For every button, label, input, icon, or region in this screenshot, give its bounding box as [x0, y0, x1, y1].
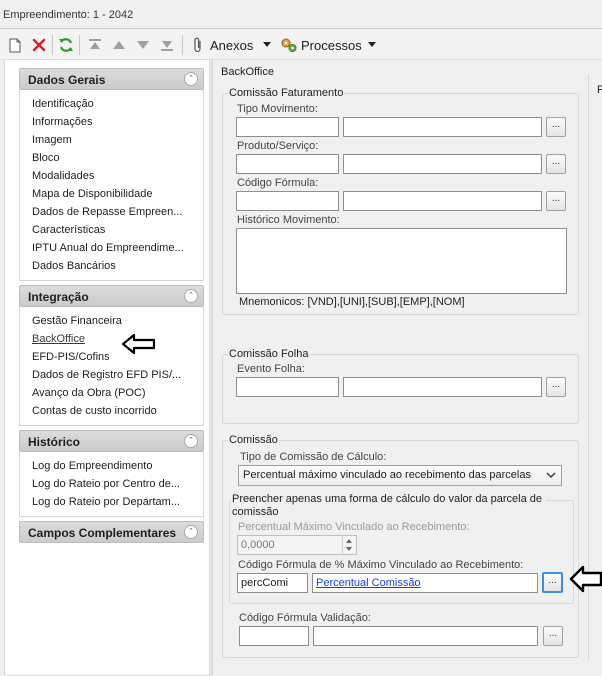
historico-movimento-textarea[interactable]	[236, 228, 567, 294]
delete-icon[interactable]	[30, 36, 48, 54]
toolbar-separator	[182, 35, 183, 55]
codigo-formula-lookup-button[interactable]: ...	[546, 191, 566, 211]
codigo-formula-pct-label: Código Fórmula de % Máximo Vinculado ao …	[238, 559, 524, 571]
codigo-formula-desc-input[interactable]	[343, 191, 542, 211]
tipo-movimento-label: Tipo Movimento:	[237, 103, 318, 115]
historico-movimento-label: Histórico Movimento:	[237, 214, 340, 226]
section-header-dados-gerais[interactable]: Dados Gerais ˆ	[19, 68, 204, 90]
anexos-button[interactable]: Anexos	[210, 38, 253, 53]
section-title: Dados Gerais	[28, 73, 106, 87]
nav-item-imagem[interactable]: Imagem	[32, 134, 72, 146]
chevron-down-icon	[546, 472, 556, 478]
tipo-movimento-code-input[interactable]	[236, 117, 339, 137]
codigo-formula-pct-desc-link[interactable]: Percentual Comissão	[316, 577, 421, 589]
nav-item-mapa-disponibilidade[interactable]: Mapa de Disponibilidade	[32, 188, 152, 200]
produto-servico-lookup-button[interactable]: ...	[546, 154, 566, 174]
codigo-formula-pct-code-value: percComi	[241, 577, 289, 589]
nav-item-gestao-financeira[interactable]: Gestão Financeira	[32, 315, 122, 327]
toolbar-separator	[52, 35, 53, 55]
pointer-arrow-icon	[121, 333, 156, 355]
nav-item-contas-custo[interactable]: Contas de custo incorrido	[32, 405, 157, 417]
codigo-formula-validacao-label: Código Fórmula Validação:	[239, 612, 371, 624]
collapse-icon[interactable]: ˆ	[184, 289, 198, 303]
percentual-maximo-value: 0,0000	[241, 539, 275, 551]
tipo-calculo-label: Tipo de Comissão de Cálculo:	[240, 451, 387, 463]
move-first-icon[interactable]	[86, 36, 104, 54]
evento-folha-label: Evento Folha:	[237, 363, 305, 375]
tipo-calculo-select[interactable]: Percentual máximo vinculado ao recebimen…	[238, 465, 562, 486]
nav-item-log-rateio-centro[interactable]: Log do Rateio por Centro de...	[32, 478, 180, 490]
nav-item-efd-pis-cofins[interactable]: EFD-PIS/Cofins	[32, 351, 110, 363]
refresh-icon[interactable]	[57, 36, 75, 54]
produto-servico-desc-input[interactable]	[343, 154, 542, 174]
nav-item-dados-registro-efd[interactable]: Dados de Registro EFD PIS/...	[32, 369, 181, 381]
nav-item-log-empreendimento[interactable]: Log do Empreendimento	[32, 460, 152, 472]
evento-folha-lookup-button[interactable]: ...	[546, 377, 566, 397]
group-title: Comissão	[228, 434, 279, 446]
collapse-icon[interactable]: ˆ	[184, 434, 198, 448]
nav-item-informacoes[interactable]: Informações	[32, 116, 93, 128]
mnemonicos-hint: Mnemonicos: [VND],[UNI],[SUB],[EMP],[NOM…	[239, 296, 465, 308]
group-title: Comissão Faturamento	[228, 87, 345, 99]
percentual-maximo-label: Percentual Máximo Vinculado ao Recebimen…	[238, 521, 470, 533]
section-header-integracao[interactable]: Integração ˆ	[19, 285, 204, 307]
codigo-formula-validacao-lookup-button[interactable]: ...	[543, 626, 563, 646]
nav-item-dados-bancarios[interactable]: Dados Bancários	[32, 260, 116, 272]
nav-item-caracteristicas[interactable]: Características	[32, 224, 105, 236]
nav-item-backoffice[interactable]: BackOffice	[32, 333, 85, 345]
page-title: BackOffice	[221, 66, 274, 78]
processos-button[interactable]: Processos	[301, 38, 362, 53]
toolbar: Anexos Processos	[0, 28, 602, 60]
codigo-formula-label: Código Fórmula:	[237, 177, 319, 189]
codigo-formula-code-input[interactable]	[236, 191, 339, 211]
left-navigation-pane: Dados Gerais ˆ Identificação Informações…	[4, 60, 210, 676]
codigo-formula-validacao-code-input[interactable]	[239, 626, 309, 646]
nav-item-identificacao[interactable]: Identificação	[32, 98, 94, 110]
anexos-chevron-down-icon[interactable]	[263, 42, 271, 47]
move-last-icon[interactable]	[158, 36, 176, 54]
pointer-arrow-icon	[569, 565, 602, 593]
tipo-movimento-lookup-button[interactable]: ...	[546, 117, 566, 137]
processes-gears-icon[interactable]	[280, 36, 298, 54]
window-title: Empreendimento: 1 - 2042	[3, 9, 134, 21]
spinner-arrows[interactable]	[342, 536, 356, 554]
collapse-icon[interactable]: ˆ	[184, 72, 198, 86]
processos-chevron-down-icon[interactable]	[368, 42, 376, 47]
nav-item-modalidades[interactable]: Modalidades	[32, 170, 94, 182]
evento-folha-code-input[interactable]	[236, 377, 339, 397]
nav-item-dados-repasse[interactable]: Dados de Repasse Empreen...	[32, 206, 182, 218]
nav-item-iptu-anual[interactable]: IPTU Anual do Empreendime...	[32, 242, 184, 254]
section-header-historico[interactable]: Histórico ˆ	[19, 430, 204, 452]
collapse-icon[interactable]: ˆ	[184, 525, 198, 539]
codigo-formula-pct-desc-input[interactable]: Percentual Comissão	[312, 573, 538, 593]
tipo-calculo-selected-value: Percentual máximo vinculado ao recebimen…	[243, 469, 531, 481]
section-title: Campos Complementares	[28, 526, 177, 540]
paperclip-icon[interactable]	[189, 36, 207, 54]
main-content-pane: BackOffice F Comissão Faturamento Tipo M…	[213, 60, 602, 676]
section-title: Integração	[28, 290, 89, 304]
section-header-campos-complementares[interactable]: Campos Complementares ˆ	[19, 521, 204, 543]
evento-folha-desc-input[interactable]	[343, 377, 542, 397]
produto-servico-code-input[interactable]	[236, 154, 339, 174]
move-up-icon[interactable]	[110, 36, 128, 54]
window-titlebar: Empreendimento: 1 - 2042	[0, 0, 602, 28]
toolbar-separator	[79, 35, 80, 55]
tipo-movimento-desc-input[interactable]	[343, 117, 542, 137]
nav-item-avanco-obra[interactable]: Avanço da Obra (POC)	[32, 387, 146, 399]
spin-up-icon[interactable]	[346, 539, 352, 543]
percentual-maximo-spinner[interactable]: 0,0000	[237, 535, 357, 555]
codigo-formula-validacao-desc-input[interactable]	[313, 626, 538, 646]
produto-servico-label: Produto/Serviço:	[237, 140, 319, 152]
section-title: Histórico	[28, 435, 81, 449]
codigo-formula-pct-code-input[interactable]: percComi	[237, 573, 308, 593]
group-title: Comissão Folha	[228, 348, 310, 360]
codigo-formula-pct-lookup-button[interactable]: ...	[542, 572, 563, 593]
group-title-preencher: Preencher apenas uma forma de cálculo do…	[231, 493, 546, 519]
nav-item-log-rateio-departamento[interactable]: Log do Rateio por Departam...	[32, 496, 180, 508]
spin-down-icon[interactable]	[346, 547, 352, 551]
new-document-icon[interactable]	[6, 36, 24, 54]
nav-item-bloco[interactable]: Bloco	[32, 152, 60, 164]
move-down-icon[interactable]	[134, 36, 152, 54]
